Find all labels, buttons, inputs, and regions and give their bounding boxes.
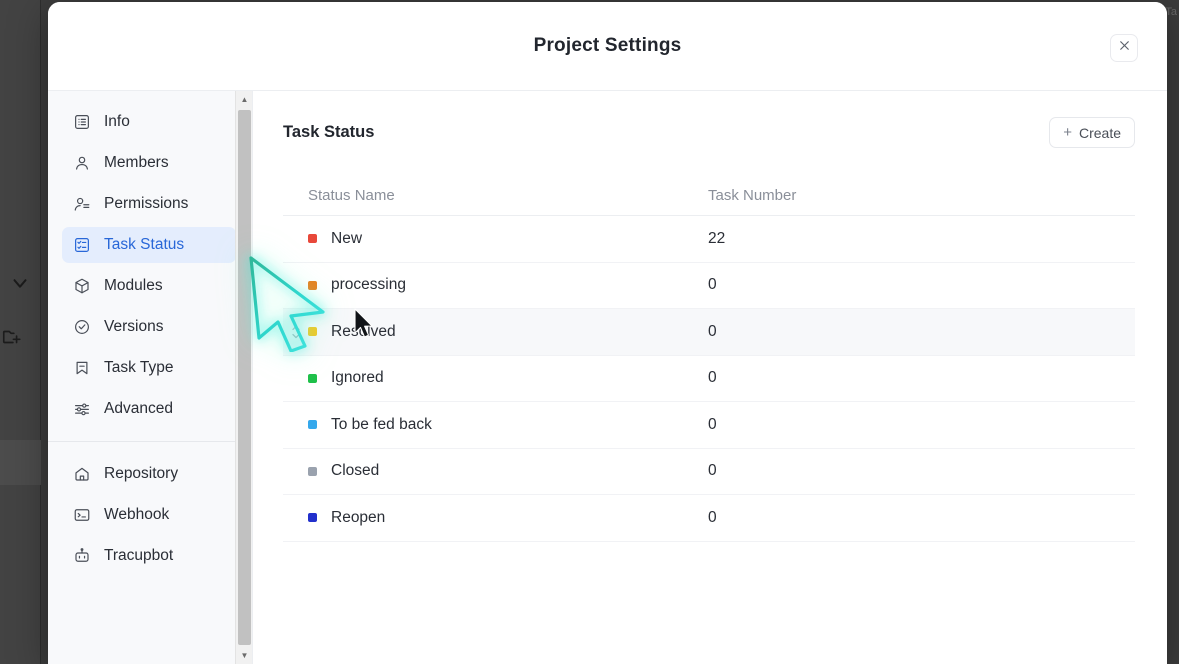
table-row[interactable]: To be fed back 0: [283, 402, 1135, 449]
table-row[interactable]: Resolved 0: [283, 309, 1135, 356]
user-icon: [72, 154, 91, 173]
sidebar-item-members[interactable]: Members: [62, 145, 236, 181]
task-number-cell: 0: [708, 509, 1135, 527]
sidebar-item-label: Members: [104, 154, 169, 172]
status-name-cell: Ignored: [308, 369, 708, 387]
drag-handle-icon[interactable]: [290, 323, 302, 341]
section-title: Task Status: [283, 123, 374, 142]
scroll-up-arrow-icon[interactable]: ▲: [236, 91, 253, 108]
status-name-cell: New: [308, 230, 708, 248]
sidebar-item-label: Modules: [104, 277, 163, 295]
sidebar-item-label: Task Type: [104, 359, 174, 377]
status-name-cell: processing: [308, 276, 708, 294]
close-icon: [1117, 38, 1132, 58]
status-color-dot: [308, 467, 317, 476]
status-name-cell: Closed: [308, 462, 708, 480]
sidebar-item-tracupbot[interactable]: Tracupbot: [62, 538, 236, 574]
scroll-down-arrow-icon[interactable]: ▼: [236, 647, 253, 664]
page-title: Project Settings: [534, 35, 682, 57]
background-right-label: Ta: [1165, 6, 1177, 18]
status-color-dot: [308, 374, 317, 383]
dialog-body: Info Members Permissions Task Status Modules…: [48, 90, 1167, 664]
status-color-dot: [308, 327, 317, 336]
task-number-cell: 0: [708, 416, 1135, 434]
sidebar-divider: [48, 441, 252, 442]
plus-icon: +: [1063, 125, 1072, 140]
task-status-table: Status Name Task Number New 22 processing 0…: [283, 176, 1135, 542]
table-body: New22processing0Resolved0Ignored0To be f…: [283, 216, 1135, 542]
status-name-label: New: [331, 230, 362, 248]
sidebar-item-label: Permissions: [104, 195, 188, 213]
terminal-icon: [72, 506, 91, 525]
sidebar-item-label: Info: [104, 113, 130, 131]
content-header: Task Status + Create: [283, 117, 1135, 148]
sidebar-item-label: Advanced: [104, 400, 173, 418]
table-row[interactable]: Ignored 0: [283, 356, 1135, 403]
task-number-cell: 22: [708, 230, 1135, 248]
status-color-dot: [308, 281, 317, 290]
folder-plus-icon: [1, 326, 23, 348]
settings-sidebar: Info Members Permissions Task Status Modules…: [48, 91, 253, 664]
sidebar-item-repository[interactable]: Repository: [62, 456, 236, 492]
clock-check-icon: [72, 318, 91, 337]
task-number-cell: 0: [708, 369, 1135, 387]
background-left-rail: [0, 0, 41, 664]
chevron-down-icon: [9, 272, 31, 294]
status-color-dot: [308, 420, 317, 429]
table-row[interactable]: Closed 0: [283, 449, 1135, 496]
status-name-label: Resolved: [331, 323, 396, 341]
table-row[interactable]: Reopen 0: [283, 495, 1135, 542]
status-name-label: Ignored: [331, 369, 384, 387]
project-settings-dialog: Project Settings Info Members Permissions T…: [48, 2, 1167, 664]
sidebar-scrollbar[interactable]: ▲ ▼: [235, 91, 252, 664]
robot-icon: [72, 547, 91, 566]
sidebar-item-label: Repository: [104, 465, 178, 483]
table-header-row: Status Name Task Number: [283, 176, 1135, 216]
sidebar-nav-list: Info Members Permissions Task Status Modules…: [48, 104, 252, 574]
status-color-dot: [308, 513, 317, 522]
sidebar-item-webhook[interactable]: Webhook: [62, 497, 236, 533]
user-key-icon: [72, 195, 91, 214]
sidebar-item-permissions[interactable]: Permissions: [62, 186, 236, 222]
sidebar-item-label: Webhook: [104, 506, 169, 524]
sidebar-item-label: Versions: [104, 318, 163, 336]
close-button[interactable]: [1110, 34, 1138, 62]
sidebar-item-info[interactable]: Info: [62, 104, 236, 140]
create-button-label: Create: [1079, 125, 1121, 141]
sidebar-item-versions[interactable]: Versions: [62, 309, 236, 345]
bookmark-icon: [72, 359, 91, 378]
status-name-cell: Reopen: [308, 509, 708, 527]
sidebar-item-task-status[interactable]: Task Status: [62, 227, 236, 263]
sliders-icon: [72, 400, 91, 419]
task-list-icon: [72, 236, 91, 255]
status-name-cell: Resolved: [308, 323, 708, 341]
home-icon: [72, 465, 91, 484]
settings-content: Task Status + Create Status Name Task Nu…: [253, 91, 1167, 664]
background-rail-highlight: [0, 440, 41, 485]
list-box-icon: [72, 113, 91, 132]
column-header-task-number: Task Number: [708, 187, 1135, 204]
task-number-cell: 0: [708, 276, 1135, 294]
sidebar-item-label: Task Status: [104, 236, 184, 254]
status-color-dot: [308, 234, 317, 243]
sidebar-item-label: Tracupbot: [104, 547, 173, 565]
scrollbar-thumb[interactable]: [238, 110, 251, 645]
status-name-cell: To be fed back: [308, 416, 708, 434]
status-name-label: To be fed back: [331, 416, 432, 434]
sidebar-item-task-type[interactable]: Task Type: [62, 350, 236, 386]
status-name-label: Closed: [331, 462, 379, 480]
dialog-header: Project Settings: [48, 2, 1167, 90]
table-row[interactable]: New 22: [283, 216, 1135, 263]
status-name-label: Reopen: [331, 509, 385, 527]
sidebar-item-advanced[interactable]: Advanced: [62, 391, 236, 427]
cube-icon: [72, 277, 91, 296]
table-row[interactable]: processing 0: [283, 263, 1135, 310]
sidebar-item-modules[interactable]: Modules: [62, 268, 236, 304]
status-name-label: processing: [331, 276, 406, 294]
column-header-status-name: Status Name: [308, 187, 708, 204]
create-button[interactable]: + Create: [1049, 117, 1135, 148]
task-number-cell: 0: [708, 462, 1135, 480]
task-number-cell: 0: [708, 323, 1135, 341]
